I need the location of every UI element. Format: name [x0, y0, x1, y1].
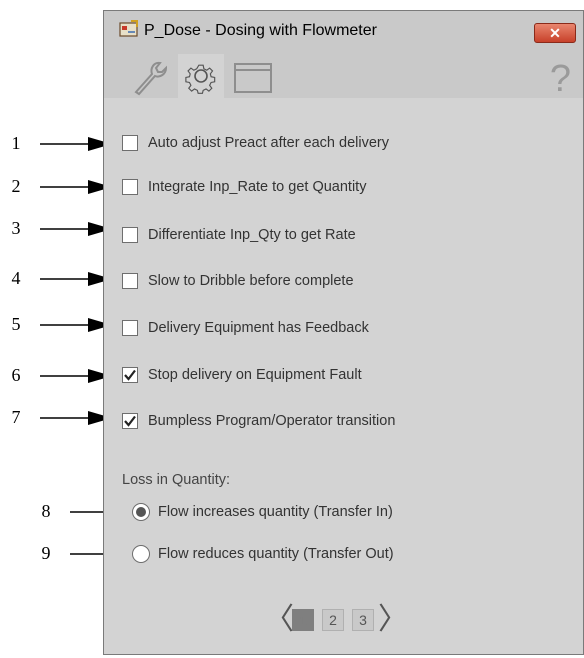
config-panel: Auto adjust Preact after each delivery I…	[104, 98, 583, 654]
callout-4: 4	[0, 268, 112, 289]
prev-page-button[interactable]: 〈	[264, 605, 294, 635]
option-label: Bumpless Program/Operator transition	[148, 413, 396, 429]
gear-icon	[185, 64, 216, 94]
radio-dot	[136, 507, 146, 517]
page-1-button[interactable]: 1	[292, 609, 314, 631]
callout-number: 9	[41, 543, 51, 563]
tab-faceplate[interactable]	[230, 54, 276, 98]
close-button[interactable]: ✕	[534, 23, 576, 43]
radio-transfer-in[interactable]: Flow increases quantity (Transfer In)	[132, 501, 393, 523]
help-button[interactable]: ?	[550, 58, 571, 101]
callout-number: 7	[11, 407, 21, 427]
tab-toolbar: ?	[104, 48, 583, 101]
option-equipment-feedback[interactable]: Delivery Equipment has Feedback	[122, 317, 369, 339]
next-page-button[interactable]: 〉	[378, 605, 408, 635]
checkbox[interactable]	[122, 320, 138, 336]
callout-1: 1	[0, 133, 112, 154]
title-bar: P_Dose - Dosing with Flowmeter ✕	[104, 11, 583, 46]
app-icon	[119, 20, 139, 38]
option-slow-to-dribble[interactable]: Slow to Dribble before complete	[122, 270, 354, 292]
checkbox[interactable]	[122, 273, 138, 289]
option-label: Integrate Inp_Rate to get Quantity	[148, 179, 367, 195]
option-bumpless-transition[interactable]: Bumpless Program/Operator transition	[122, 410, 395, 432]
loss-in-quantity-label: Loss in Quantity:	[122, 472, 230, 488]
callout-number: 2	[11, 176, 21, 196]
checkmark-icon	[124, 369, 136, 381]
option-label: Delivery Equipment has Feedback	[148, 320, 369, 336]
tab-maintenance[interactable]	[124, 54, 170, 98]
pager: 〈 1 2 3 〉	[264, 605, 408, 635]
option-integrate-rate[interactable]: Integrate Inp_Rate to get Quantity	[122, 176, 366, 198]
radio-button[interactable]	[132, 503, 150, 521]
option-label: Stop delivery on Equipment Fault	[148, 367, 362, 383]
callout-number: 1	[11, 133, 21, 153]
window-title: P_Dose - Dosing with Flowmeter	[144, 22, 377, 39]
faceplate-window: P_Dose - Dosing with Flowmeter ✕ ? Auto …	[103, 10, 584, 655]
option-stop-on-fault[interactable]: Stop delivery on Equipment Fault	[122, 364, 362, 386]
callout-6: 6	[0, 365, 112, 386]
checkmark-icon	[124, 415, 136, 427]
callout-arrow	[40, 137, 112, 151]
callout-number: 6	[11, 365, 21, 385]
callout-arrow	[40, 180, 112, 194]
checkbox[interactable]	[122, 135, 138, 151]
callout-3: 3	[0, 218, 112, 239]
callout-number: 8	[41, 501, 51, 521]
radio-button[interactable]	[132, 545, 150, 563]
callout-arrow	[40, 272, 112, 286]
option-differentiate-qty[interactable]: Differentiate Inp_Qty to get Rate	[122, 224, 356, 246]
window-icon	[234, 63, 272, 93]
option-label: Differentiate Inp_Qty to get Rate	[148, 227, 356, 243]
callout-arrow	[40, 369, 112, 383]
tab-configuration[interactable]	[178, 54, 224, 98]
callout-number: 5	[11, 314, 21, 334]
radio-label: Flow increases quantity (Transfer In)	[158, 504, 393, 520]
wrench-icon	[134, 61, 168, 96]
option-auto-adjust-preact[interactable]: Auto adjust Preact after each delivery	[122, 132, 389, 154]
radio-transfer-out[interactable]: Flow reduces quantity (Transfer Out)	[132, 543, 394, 565]
page-2-button[interactable]: 2	[322, 609, 344, 631]
callout-arrow	[40, 318, 112, 332]
callout-number: 4	[11, 268, 21, 288]
callout-arrow	[40, 222, 112, 236]
option-label: Auto adjust Preact after each delivery	[148, 135, 389, 151]
callout-number: 3	[11, 218, 21, 238]
page-3-button[interactable]: 3	[352, 609, 374, 631]
callout-arrow	[40, 411, 112, 425]
checkbox[interactable]	[122, 227, 138, 243]
callout-5: 5	[0, 314, 112, 335]
option-label: Slow to Dribble before complete	[148, 273, 354, 289]
checkbox[interactable]	[122, 179, 138, 195]
radio-label: Flow reduces quantity (Transfer Out)	[158, 546, 394, 562]
checkbox[interactable]	[122, 367, 138, 383]
callout-2: 2	[0, 176, 112, 197]
checkbox[interactable]	[122, 413, 138, 429]
callout-7: 7	[0, 407, 112, 428]
